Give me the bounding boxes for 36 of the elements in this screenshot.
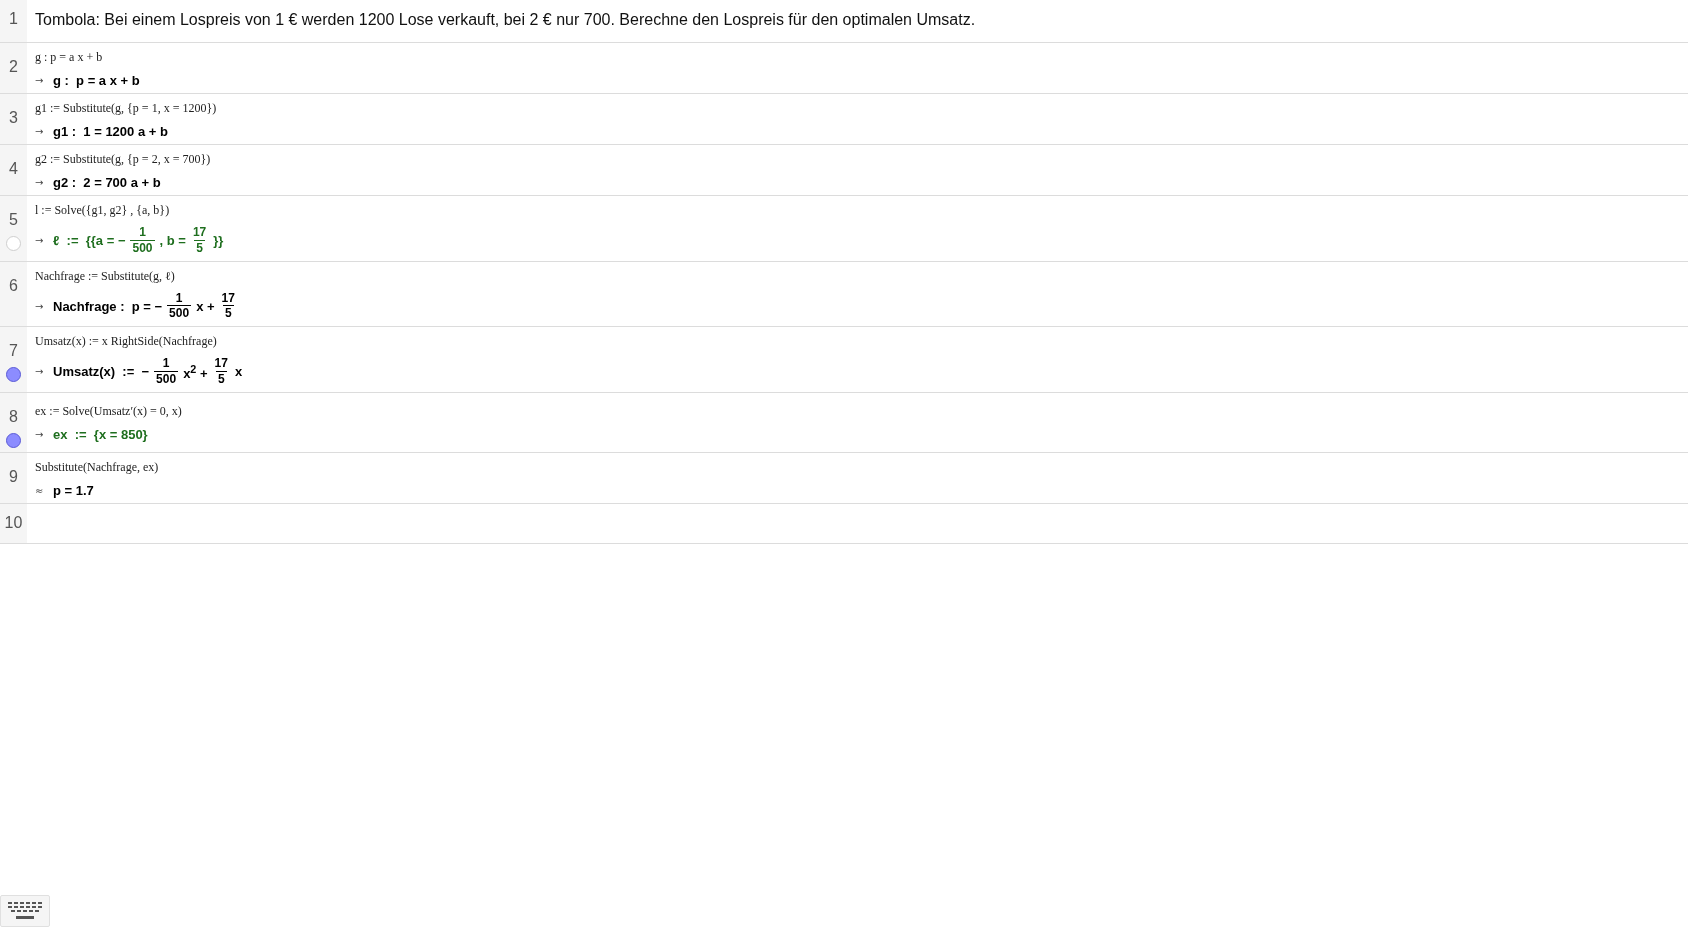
output-symbol: ≈ xyxy=(35,484,45,496)
text-cell-text: Tombola: Bei einem Lospreis von 1 € werden 1200 Lose verkauft, bei 2 € nur 700. Berechne den Lospreis für den optimalen Umsatz. xyxy=(35,10,977,30)
input-expression[interactable]: l := Solve({g1, g2} , {a, b}) xyxy=(35,203,1680,218)
output-symbol: → xyxy=(35,235,45,247)
output-expression: ex := {x = 850} xyxy=(53,427,148,443)
output-symbol: → xyxy=(35,366,45,378)
input-expression[interactable]: g2 := Substitute(g, {p = 2, x = 700}) xyxy=(35,152,1680,167)
input-expression[interactable]: ex := Solve(Umsatz′(x) = 0, x) xyxy=(35,404,1680,420)
row-number: 10 xyxy=(4,512,23,531)
row-number: 1 xyxy=(9,9,18,27)
output-expression: g : p = a x + b xyxy=(53,73,140,88)
input-expression[interactable]: Umsatz(x) := x RightSide(Nachfrage) xyxy=(35,334,1680,350)
input-expression[interactable]: g1 := Substitute(g, {p = 1, x = 1200}) xyxy=(35,101,1680,116)
output-symbol: → xyxy=(35,429,45,441)
row-number: 8 xyxy=(9,406,18,425)
row-number: 6 xyxy=(9,275,18,294)
output-symbol: → xyxy=(35,126,45,137)
row-number: 4 xyxy=(9,159,18,177)
row-number: 3 xyxy=(9,108,18,126)
keyboard-icon xyxy=(8,902,42,920)
input-expression[interactable]: Nachfrage := Substitute(g, ℓ) xyxy=(35,268,1680,284)
output-expression: g1 : 1 = 1200 a + b xyxy=(53,124,168,139)
output-symbol: → xyxy=(35,75,45,86)
visibility-toggle[interactable] xyxy=(6,367,21,383)
keyboard-button[interactable] xyxy=(0,895,50,927)
output-expression: g2 : 2 = 700 a + b xyxy=(53,175,161,190)
visibility-toggle[interactable] xyxy=(6,432,21,448)
output-symbol: → xyxy=(35,177,45,188)
row-number: 2 xyxy=(9,57,18,75)
input-expression[interactable]: g : p = a x + b xyxy=(35,50,1680,65)
row-number: 5 xyxy=(9,210,18,228)
output-expression: p = 1.7 xyxy=(53,482,94,498)
output-symbol: → xyxy=(35,300,45,312)
row-number: 7 xyxy=(9,341,18,360)
row-number: 9 xyxy=(9,466,18,485)
input-expression[interactable]: Substitute(Nachfrage, ex) xyxy=(35,459,1680,475)
